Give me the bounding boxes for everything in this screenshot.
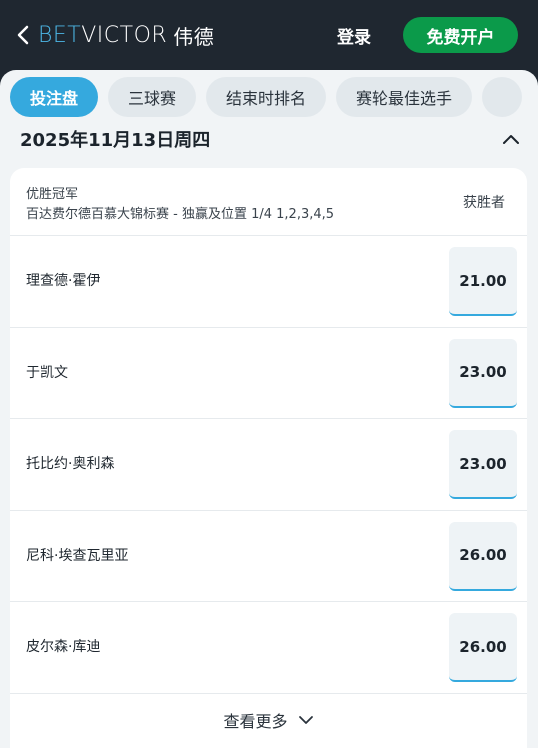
tab-round-leader[interactable]: 赛轮最佳选手 [336, 77, 473, 117]
market-description: 百达费尔德百慕大锦标赛 - 独赢及位置 1/4 1,2,3,4,5 [26, 207, 335, 222]
top-bar: BET VICTOR 伟德 登录 免费开户 [0, 0, 538, 70]
signup-button[interactable]: 免费开户 [403, 17, 518, 53]
chevron-left-icon[interactable] [14, 23, 34, 47]
runner-row: 托比约·奥利森 23.00 [10, 419, 527, 511]
runner-name: 托比约·奥利森 [26, 456, 115, 472]
date-title: 2025年11月13日周四 [20, 130, 211, 151]
tab-three-balls[interactable]: 三球赛 [108, 77, 197, 117]
chevron-down-icon [298, 716, 313, 724]
show-more-label: 查看更多 [223, 712, 288, 731]
runner-row: 理查德·霍伊 21.00 [10, 236, 527, 328]
logo-region-text: 伟德 [173, 24, 215, 49]
market-column-label: 获胜者 [463, 195, 505, 211]
date-section-header[interactable]: 2025年11月13日周四 [20, 126, 520, 152]
runner-row: 皮尔森·库迪 26.00 [10, 602, 527, 694]
runner-name: 于凯文 [26, 364, 68, 381]
runner-name: 理查德·霍伊 [26, 273, 101, 289]
logo-victor-text: VICTOR [81, 22, 168, 48]
betvictor-logo[interactable]: BET VICTOR 伟德 [38, 20, 214, 50]
tab-finishing-position[interactable]: 结束时排名 [206, 77, 327, 117]
chevron-up-icon[interactable] [502, 133, 520, 145]
odds-button[interactable]: 23.00 [449, 338, 517, 408]
runner-row: 尼科·埃查瓦里亚 26.00 [10, 511, 527, 602]
odds-button[interactable]: 26.00 [449, 613, 517, 682]
runner-row: 于凯文 23.00 [10, 328, 527, 419]
market-header: 优胜冠军 百达费尔德百慕大锦标赛 - 独赢及位置 1/4 1,2,3,4,5 获… [10, 168, 527, 236]
market-name: 优胜冠军 [26, 187, 79, 202]
login-button[interactable]: 登录 [330, 20, 378, 50]
tab-overflow[interactable] [482, 77, 523, 117]
tab-betting-odds[interactable]: 投注盘 [10, 77, 99, 117]
content-panel: 投注盘 三球赛 结束时排名 赛轮最佳选手 2025年11月13日周四 优胜冠军 … [0, 70, 538, 748]
odds-button[interactable]: 26.00 [449, 521, 517, 591]
show-more-button[interactable]: 查看更多 [10, 692, 527, 748]
market-card: 优胜冠军 百达费尔德百慕大锦标赛 - 独赢及位置 1/4 1,2,3,4,5 获… [10, 168, 527, 748]
runner-name: 尼科·埃查瓦里亚 [26, 547, 129, 564]
market-tabs: 投注盘 三球赛 结束时排名 赛轮最佳选手 [10, 77, 538, 117]
runner-name: 皮尔森·库迪 [26, 639, 101, 655]
odds-button[interactable]: 21.00 [449, 247, 517, 316]
logo-bet-text: BET [38, 22, 82, 48]
odds-button[interactable]: 23.00 [449, 430, 517, 499]
